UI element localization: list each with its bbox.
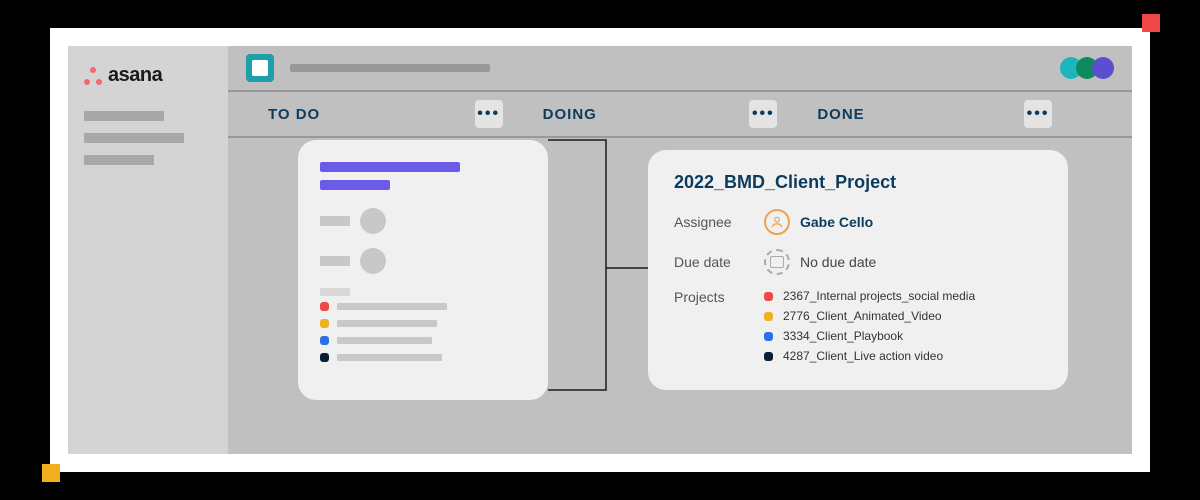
project-name: 3334_Client_Playbook (783, 329, 903, 343)
project-name: 4287_Client_Live action video (783, 349, 943, 363)
connector-line (546, 138, 656, 398)
task-detail-panel: 2022_BMD_Client_Project Assignee Gabe Ce… (648, 150, 1068, 390)
field-label-placeholder (320, 256, 350, 266)
sidebar: asana (68, 46, 228, 454)
due-date-value[interactable]: No due date (800, 254, 876, 270)
due-date-label: Due date (674, 254, 764, 270)
board-columns-header: TO DO ••• DOING ••• DONE ••• (228, 92, 1132, 138)
project-color-dot (764, 332, 773, 341)
project-name-placeholder (337, 303, 447, 310)
project-name-placeholder (337, 337, 432, 344)
date-placeholder (360, 248, 386, 274)
field-label-placeholder (320, 216, 350, 226)
assignee-avatar-icon[interactable] (764, 209, 790, 235)
project-list-item[interactable]: 4287_Client_Live action video (764, 349, 1042, 363)
column-menu-icon[interactable]: ••• (475, 100, 503, 128)
assignee-name[interactable]: Gabe Cello (800, 214, 873, 230)
asana-logo-icon (84, 67, 102, 85)
task-project-row (320, 336, 526, 345)
task-project-row (320, 353, 526, 362)
project-name: 2776_Client_Animated_Video (783, 309, 942, 323)
project-color-dot (764, 312, 773, 321)
project-list-item[interactable]: 2367_Internal projects_social media (764, 289, 1042, 303)
task-card[interactable] (298, 140, 548, 400)
task-project-row (320, 319, 526, 328)
project-color-dot (320, 302, 329, 311)
project-name: 2367_Internal projects_social media (783, 289, 975, 303)
project-list-item[interactable]: 3334_Client_Playbook (764, 329, 1042, 343)
topbar (228, 46, 1132, 92)
sidebar-item[interactable] (84, 133, 184, 143)
page-title-placeholder (290, 64, 490, 72)
assignee-label: Assignee (674, 214, 764, 230)
avatar[interactable] (1092, 57, 1114, 79)
project-color-dot (320, 353, 329, 362)
column-menu-icon[interactable]: ••• (1024, 100, 1052, 128)
project-color-dot (764, 352, 773, 361)
project-color-dot (764, 292, 773, 301)
calendar-icon[interactable] (764, 249, 790, 275)
sidebar-item[interactable] (84, 111, 164, 121)
column-title-doing[interactable]: DOING (543, 106, 597, 123)
decorative-square (42, 464, 60, 482)
sidebar-item[interactable] (84, 155, 154, 165)
app-icon[interactable] (246, 54, 274, 82)
task-title-placeholder (320, 180, 390, 190)
task-title-placeholder (320, 162, 460, 172)
project-list-item[interactable]: 2776_Client_Animated_Video (764, 309, 1042, 323)
column-menu-icon[interactable]: ••• (749, 100, 777, 128)
brand-logo: asana (84, 64, 212, 87)
projects-label: Projects (674, 289, 764, 305)
collaborator-avatars[interactable] (1066, 57, 1114, 79)
brand-name: asana (108, 64, 162, 87)
project-color-dot (320, 336, 329, 345)
task-project-row (320, 302, 526, 311)
project-name-placeholder (337, 354, 442, 361)
task-detail-title[interactable]: 2022_BMD_Client_Project (674, 172, 1042, 193)
project-color-dot (320, 319, 329, 328)
board-area: 2022_BMD_Client_Project Assignee Gabe Ce… (228, 138, 1132, 454)
column-title-done[interactable]: DONE (817, 106, 864, 123)
field-label-placeholder (320, 288, 350, 296)
project-name-placeholder (337, 320, 437, 327)
avatar-placeholder (360, 208, 386, 234)
column-title-todo[interactable]: TO DO (268, 106, 320, 123)
decorative-square (1142, 14, 1160, 32)
